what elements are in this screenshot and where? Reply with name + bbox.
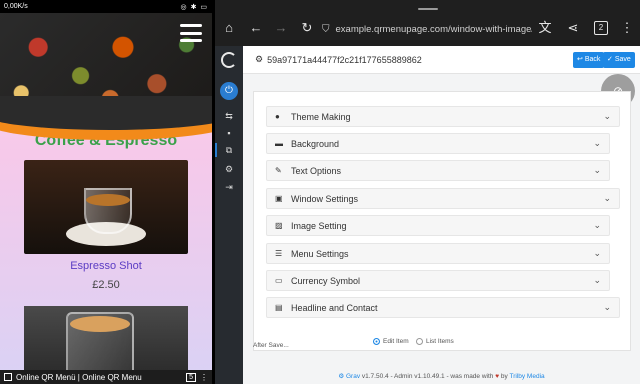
accordion-label: Menu Settings — [291, 248, 349, 259]
bottom-tab-count[interactable]: 5 — [186, 372, 196, 382]
chevron-down-icon: ⌄ — [593, 165, 601, 175]
heart-icon: ♥ — [495, 373, 500, 380]
chevron-down-icon: ⌄ — [603, 193, 611, 203]
coffee-crema — [86, 194, 130, 206]
accordion-label: Headline and Contact — [291, 302, 378, 313]
image-icon: ▨ — [275, 221, 283, 230]
forward-icon[interactable]: → — [273, 20, 289, 36]
admin-footer: ⚙ Grav v1.7.50.4 - Admin v1.10.49.1 - wa… — [243, 372, 640, 380]
hero-dark-curve — [0, 96, 212, 130]
reload-icon[interactable]: ↻ — [299, 20, 315, 36]
chevron-down-icon: ⌄ — [603, 111, 611, 121]
admin-sidebar: ⏻ ⇆ ▪ ⧉ ⚙ ⇥ — [215, 46, 243, 384]
url-text[interactable]: example.qrmenupage.com/window-with-image… — [336, 24, 533, 35]
page-id-text: 59a97171a44477f2c21f177655889862 — [267, 54, 422, 65]
edit-icon: ✎ — [275, 166, 282, 175]
radio-list-items[interactable]: List Items — [416, 338, 454, 345]
sidebar-refresh-icon[interactable]: ⇆ — [215, 109, 243, 123]
accordion-headline-contact[interactable]: ▤ Headline and Contact ⌄ — [266, 297, 620, 318]
accordion-label: Window Settings — [291, 193, 359, 204]
cogs-icon: ⚙ — [255, 54, 264, 64]
sidebar-logout-icon[interactable]: ⇥ — [215, 180, 243, 194]
status-icons: ◎ ✱ ▭ — [180, 3, 208, 11]
site-info-icon[interactable]: ⛉ — [322, 24, 330, 35]
hamburger-menu-icon[interactable] — [180, 24, 202, 42]
tabs-icon[interactable]: 2 — [594, 21, 608, 35]
radio-edit-item[interactable]: Edit Item — [373, 338, 409, 345]
accordion-text-options[interactable]: ✎ Text Options ⌄ — [266, 160, 610, 181]
espresso-image[interactable] — [24, 160, 188, 254]
browser-pane: ⌂ ← → ↻ ⛉ example.qrmenupage.com/window-… — [215, 0, 640, 384]
share-icon[interactable]: ⋖ — [565, 20, 581, 36]
radio-unselected-icon[interactable] — [416, 338, 423, 345]
sidebar-config-icon[interactable]: ⚙ — [215, 162, 243, 176]
grid-icon[interactable] — [4, 373, 12, 381]
money-icon: ▭ — [275, 276, 283, 285]
accordion-label: Background — [291, 138, 340, 149]
radio-selected-icon[interactable] — [373, 338, 380, 345]
grav-link[interactable]: ⚙ Grav — [338, 373, 360, 380]
admin-header: ⚙ 59a97171a44477f2c21f177655889862 ↩ Bac… — [243, 46, 640, 74]
flame-icon: ● — [275, 112, 280, 121]
menu-item-price: £2.50 — [92, 279, 120, 291]
footer-by: by — [500, 373, 508, 380]
more-icon[interactable]: ⋮ — [619, 20, 635, 36]
menu-item-name[interactable]: Espresso Shot — [0, 260, 212, 272]
sidebar-dashboard-icon[interactable]: ▪ — [215, 126, 243, 140]
accordion-theme-making[interactable]: ● Theme Making ⌄ — [266, 106, 620, 127]
chevron-down-icon: ⌄ — [593, 248, 601, 258]
accordion-currency-symbol[interactable]: ▭ Currency Symbol ⌄ — [266, 270, 610, 291]
url-bar[interactable]: ⛉ example.qrmenupage.com/window-with-ima… — [322, 20, 532, 38]
list-icon: ☰ — [275, 249, 283, 258]
bottom-tab-title[interactable]: Online QR Menü | Online QR Menu — [16, 373, 182, 382]
foam-shape — [70, 316, 130, 332]
drag-handle[interactable] — [418, 8, 438, 10]
menu-preview-pane: 0,00K/s ◎ ✱ ▭ Coffee & Espresso Espresso… — [0, 0, 212, 384]
screen: 0,00K/s ◎ ✱ ▭ Coffee & Espresso Espresso… — [0, 0, 640, 384]
status-bar: 0,00K/s ◎ ✱ ▭ — [0, 0, 212, 13]
save-button-label: Save — [614, 56, 631, 63]
network-speed: 0,00K/s — [4, 3, 28, 10]
after-save-label: After Save... — [253, 342, 289, 349]
accordion-label: Text Options — [291, 165, 342, 176]
more-icon[interactable]: ⋮ — [200, 373, 208, 382]
bottom-tab-bar: Online QR Menü | Online QR Menu 5 ⋮ — [0, 370, 212, 384]
translate-icon[interactable]: 文 — [537, 20, 553, 36]
browser-toolbar: ⌂ ← → ↻ ⛉ example.qrmenupage.com/window-… — [215, 0, 640, 46]
radio-list-label: List Items — [426, 338, 454, 345]
chevron-down-icon: ⌄ — [593, 138, 601, 148]
accordion-background[interactable]: ▬ Background ⌄ — [266, 133, 610, 154]
accordion-image-setting[interactable]: ▨ Image Setting ⌄ — [266, 215, 610, 236]
footer-version: v1.7.50.4 - Admin v1.10.49.1 - was made … — [361, 373, 494, 380]
chevron-down-icon: ⌄ — [593, 275, 601, 285]
chevron-down-icon: ⌄ — [603, 302, 611, 312]
page-id: ⚙ 59a97171a44477f2c21f177655889862 — [255, 54, 422, 65]
window-image-icon: ▣ — [275, 194, 283, 203]
grav-link-label: Grav — [345, 373, 361, 380]
accordion-window-settings[interactable]: ▣ Window Settings ⌄ — [266, 188, 620, 209]
accordion-label: Theme Making — [291, 111, 351, 122]
sidebar-pages-icon[interactable]: ⧉ — [215, 143, 243, 157]
grav-logo-icon[interactable] — [221, 52, 237, 68]
settings-panel: ● Theme Making ⌄ ▬ Background ⌄ ✎ Text O… — [253, 91, 631, 351]
power-icon[interactable]: ⏻ — [220, 82, 238, 100]
contact-card-icon: ▤ — [275, 303, 283, 312]
card-icon: ▬ — [275, 139, 283, 148]
accordion-menu-settings[interactable]: ☰ Menu Settings ⌄ — [266, 243, 610, 264]
save-button[interactable]: ✓ Save — [603, 52, 635, 68]
radio-edit-label: Edit Item — [383, 338, 409, 345]
chevron-down-icon: ⌄ — [593, 220, 601, 230]
next-item-image[interactable] — [24, 306, 188, 376]
back-button[interactable]: ↩ Back — [573, 52, 605, 68]
back-icon[interactable]: ← — [248, 20, 264, 36]
accordion-label: Image Setting — [291, 220, 347, 231]
accordion-label: Currency Symbol — [291, 275, 361, 286]
home-icon[interactable]: ⌂ — [221, 20, 237, 36]
admin-content: ⚙ 59a97171a44477f2c21f177655889862 ↩ Bac… — [243, 46, 640, 384]
back-button-label: Back — [584, 56, 601, 63]
trilby-link[interactable]: Trilby Media — [509, 373, 544, 380]
